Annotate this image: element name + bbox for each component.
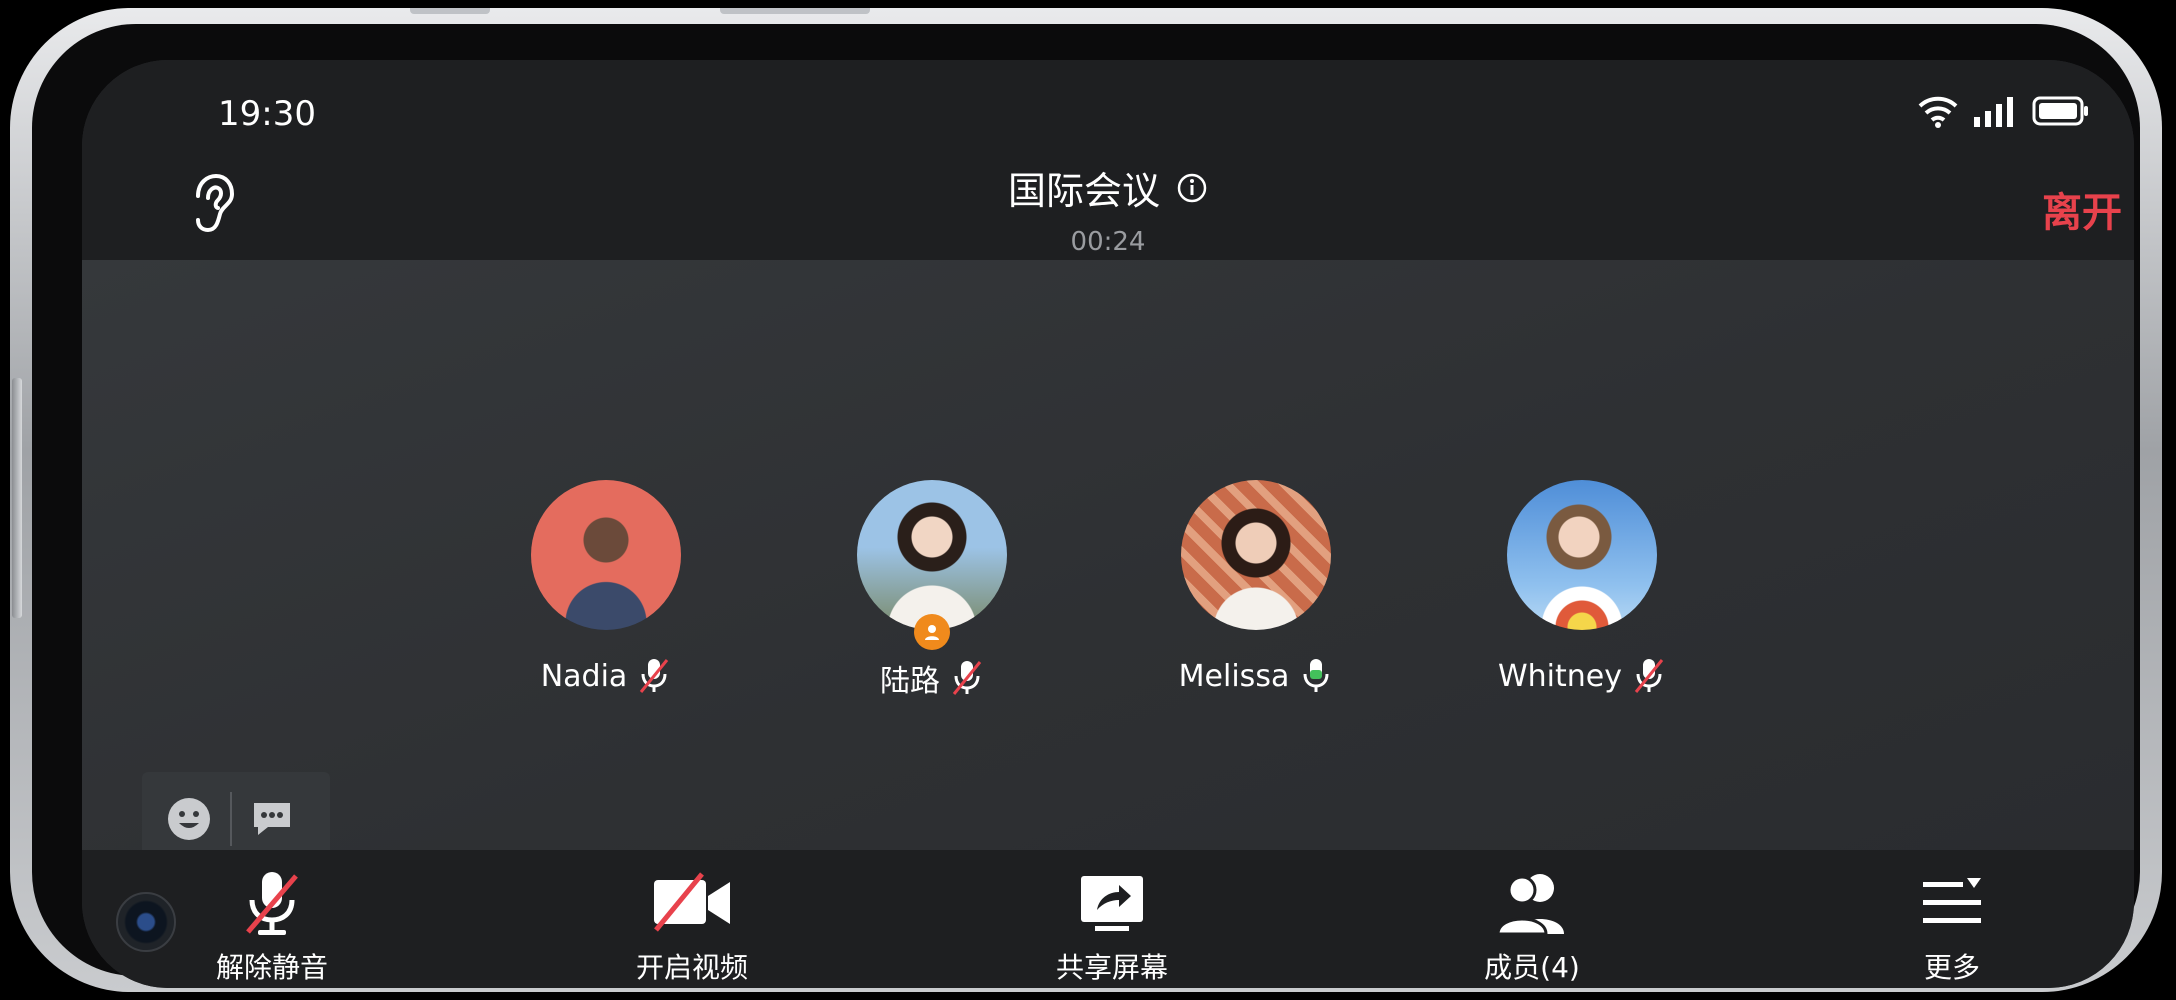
members-icon — [1496, 874, 1564, 936]
divider — [230, 792, 232, 846]
screen: 19:30 国际会议 00:24 离开 Nadia 陆路 Melissa Whi… — [82, 60, 2134, 988]
avatar — [531, 480, 681, 630]
participant-tile[interactable]: Melissa — [1126, 480, 1386, 696]
mic-muted-icon — [952, 661, 982, 695]
meeting-header: 19:30 国际会议 00:24 离开 — [82, 60, 2134, 260]
mic-active-icon — [1303, 659, 1329, 692]
host-badge — [914, 614, 950, 650]
participant-name: Nadia — [540, 658, 628, 694]
participant-tile[interactable]: Whitney — [1452, 480, 1712, 696]
side-button — [12, 378, 22, 618]
members-button[interactable]: 成员(4) — [1422, 868, 1642, 986]
video-off-icon — [654, 872, 730, 932]
participant-name: Melissa — [1178, 658, 1290, 694]
leave-button[interactable]: 离开 — [2042, 180, 2122, 238]
more-label: 更多 — [1923, 951, 1980, 984]
status-time: 19:30 — [218, 94, 316, 134]
phone-bezel: 19:30 国际会议 00:24 离开 Nadia 陆路 Melissa Whi… — [32, 24, 2140, 988]
avatar — [1507, 480, 1657, 630]
meeting-timer: 00:24 — [1070, 227, 1146, 257]
avatar — [1181, 480, 1331, 630]
top-button — [410, 8, 490, 14]
participant-name: Whitney — [1498, 658, 1622, 694]
unmute-button[interactable]: 解除静音 — [162, 868, 382, 986]
participant-tile[interactable]: 陆路 — [802, 480, 1062, 700]
meeting-toolbar: 解除静音 开启视频 共享屏幕 成员(4) 更多 — [82, 850, 2134, 988]
unmute-label: 解除静音 — [215, 951, 328, 984]
mic-muted-icon — [246, 872, 298, 935]
more-button[interactable]: 更多 — [1842, 868, 2062, 986]
participant-stage: Nadia 陆路 Melissa Whitney — [82, 260, 2134, 866]
share-screen-icon — [1081, 876, 1143, 931]
more-icon — [1923, 878, 1981, 923]
chat-icon[interactable] — [250, 799, 294, 839]
signal-icon — [1974, 97, 2013, 127]
members-label: 成员(4) — [1484, 951, 1580, 984]
battery-icon — [2032, 96, 2088, 126]
participant-tile[interactable]: Nadia — [476, 480, 736, 696]
avatar — [857, 480, 1007, 650]
mic-muted-icon — [640, 659, 669, 693]
info-icon[interactable] — [1176, 172, 1208, 204]
person-icon — [925, 625, 939, 640]
wifi-icon — [1918, 96, 1958, 128]
emoji-icon[interactable] — [166, 796, 212, 842]
mic-muted-icon — [1634, 659, 1664, 693]
share-screen-button[interactable]: 共享屏幕 — [1002, 868, 1222, 986]
meeting-title: 国际会议 — [1007, 169, 1160, 213]
participant-name: 陆路 — [880, 664, 940, 699]
start-video-label: 开启视频 — [635, 951, 748, 984]
meeting-title-block: 国际会议 00:24 — [82, 160, 2134, 257]
phone-frame: 19:30 国际会议 00:24 离开 Nadia 陆路 Melissa Whi… — [10, 8, 2162, 992]
top-button — [720, 8, 870, 14]
status-icons — [1918, 94, 2090, 128]
start-video-button[interactable]: 开启视频 — [582, 868, 802, 986]
share-screen-label: 共享屏幕 — [1055, 951, 1168, 984]
